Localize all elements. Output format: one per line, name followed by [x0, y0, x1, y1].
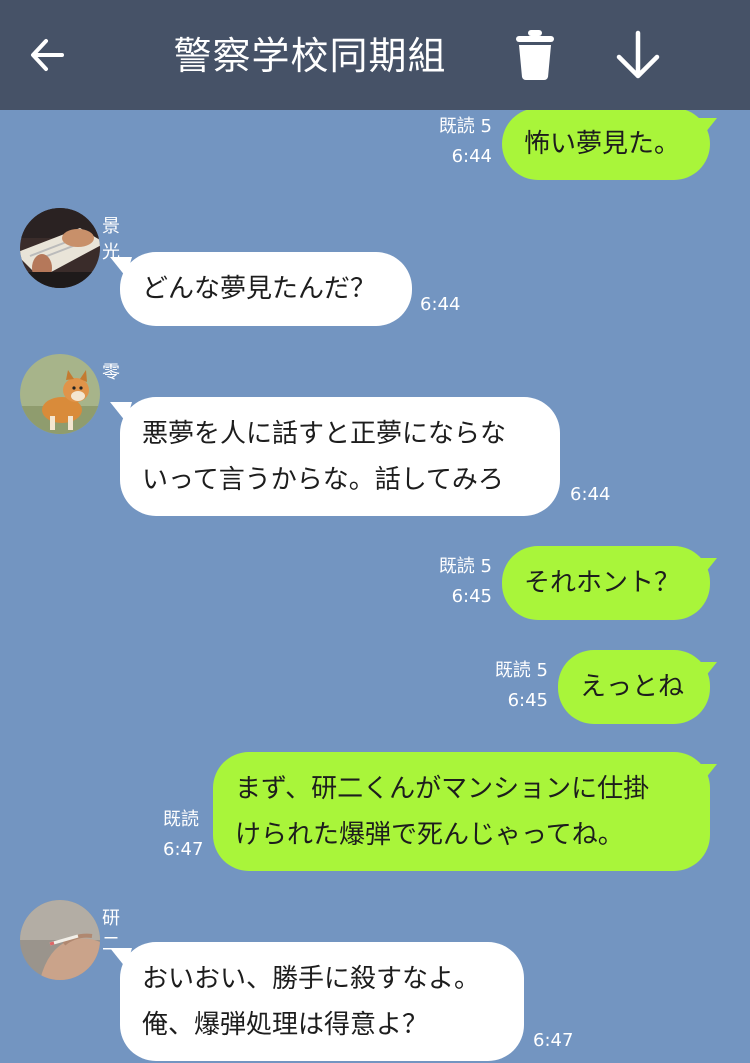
message-bubble[interactable]: まず、研二くんがマンションに仕掛 けられた爆弾で死んじゃってね。 — [213, 752, 710, 871]
message-time: 6:44 — [570, 484, 611, 505]
message-meta: 既読 5 6:45 — [420, 552, 492, 612]
message-bubble[interactable]: おいおい、勝手に殺すなよ。 俺、爆弾処理は得意よ？ — [120, 942, 524, 1061]
sender-name: 零 — [102, 362, 120, 383]
message-text-line: まず、研二くんがマンションに仕掛 — [235, 774, 650, 804]
message-meta: 既読 5 6:44 — [420, 112, 492, 172]
message-bubble[interactable]: 怖い夢見た。 — [502, 108, 710, 180]
message-text: それホント？ — [524, 568, 681, 598]
read-receipt: 既読 5 — [494, 660, 548, 681]
message-text-line: けられた爆弾で死んじゃってね。 — [235, 820, 624, 850]
delete-button[interactable] — [505, 25, 565, 85]
avatar-rei[interactable] — [20, 354, 100, 434]
message-time: 6:44 — [451, 146, 492, 167]
message-text-line: いって言うからな。話してみろ — [142, 465, 504, 495]
arrow-down-icon — [616, 30, 660, 79]
read-receipt: 既読 5 — [438, 556, 492, 577]
download-button[interactable] — [608, 25, 668, 85]
message-bubble[interactable]: どんな夢見たんだ？ — [120, 252, 412, 326]
read-receipt: 既読 — [163, 809, 199, 830]
message-meta: 既読 5 6:45 — [476, 656, 548, 716]
message-time: 6:47 — [163, 839, 204, 860]
message-text: えっとね — [580, 672, 685, 702]
chat-header: 警察学校同期組 — [0, 0, 750, 110]
message-text-line: 悪夢を人に話すと正夢にならな — [142, 419, 507, 449]
message-bubble[interactable]: えっとね — [558, 650, 710, 724]
message-text-line: おいおい、勝手に殺すなよ。 — [142, 964, 481, 994]
message-text-line: 俺、爆弾処理は得意よ？ — [142, 1010, 429, 1040]
message-time: 6:47 — [533, 1030, 574, 1051]
message-text: 怖い夢見た。 — [524, 129, 681, 159]
message-time: 6:45 — [507, 690, 548, 711]
message-meta: 既読 6:47 — [163, 805, 203, 865]
hand-cigarette-avatar-icon — [20, 900, 100, 980]
avatar-kenji[interactable] — [20, 900, 100, 980]
avatar-hiromitsu[interactable] — [20, 208, 100, 288]
message-bubble[interactable]: 悪夢を人に話すと正夢にならな いって言うからな。話してみろ — [120, 397, 560, 516]
message-time: 6:45 — [451, 586, 492, 607]
shiba-dog-avatar-icon — [20, 354, 100, 434]
message-text: どんな夢見たんだ？ — [142, 274, 377, 304]
message-bubble[interactable]: それホント？ — [502, 546, 710, 620]
message-time: 6:44 — [420, 294, 461, 315]
guitar-avatar-icon — [20, 208, 100, 288]
read-receipt: 既読 5 — [438, 116, 492, 137]
trash-icon — [516, 30, 554, 80]
